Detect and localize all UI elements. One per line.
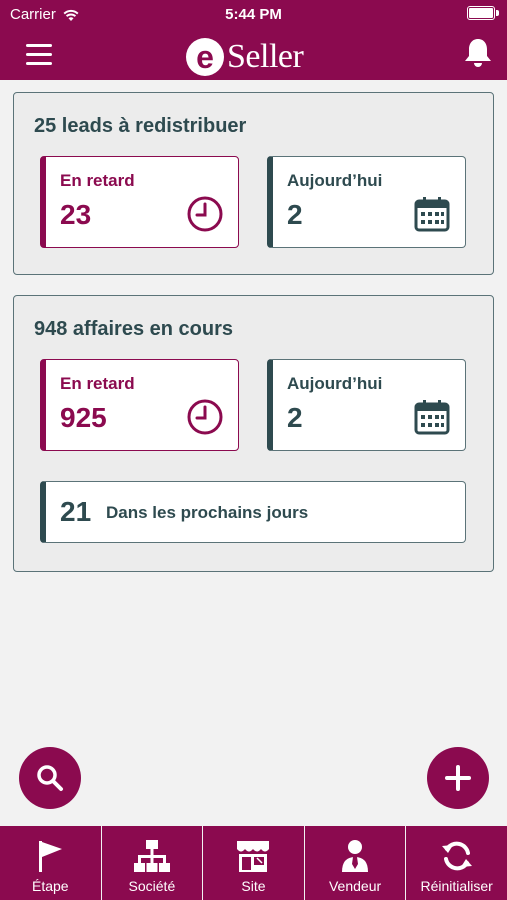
calendar-icon [414,400,450,435]
tab-reinitialiser[interactable]: Réinitialiser [406,826,507,900]
hamburger-icon [26,44,52,47]
deals-title: 948 affaires en cours [34,318,233,340]
deals-late-label: En retard [60,374,135,393]
battery-icon [467,6,499,20]
tab-etape[interactable]: Étape [0,826,102,900]
salesperson-icon [342,840,369,872]
deals-late-value: 925 [60,402,107,433]
search-button[interactable] [19,747,81,809]
logo-e-icon: e [186,38,224,76]
menu-button[interactable] [26,44,54,66]
app-header: Carrier 5:44 PM e Seller [0,0,507,80]
notification-bell-icon[interactable] [461,36,495,70]
tab-site[interactable]: Site [203,826,305,900]
deals-section: 948 affaires en cours En retard 925 Aujo… [13,295,494,572]
deals-today-label: Aujourd’hui [287,374,383,393]
tab-vendeur[interactable]: Vendeur [305,826,407,900]
leads-title: 25 leads à redistribuer [34,115,247,137]
deals-upcoming-card[interactable]: 21 Dans les prochains jours [40,481,466,543]
clock-icon [187,196,223,232]
add-button[interactable] [427,747,489,809]
tab-societe[interactable]: Société [102,826,204,900]
deals-today-value: 2 [287,402,303,433]
store-icon [237,841,270,872]
leads-section: 25 leads à redistribuer En retard 23 Auj… [13,92,494,275]
calendar-icon [414,197,450,232]
plus-icon [445,765,471,791]
logo-text: Seller [227,38,304,75]
tab-societe-label: Société [128,878,176,894]
eseller-logo: e Seller [186,38,304,76]
leads-today-value: 2 [287,199,303,230]
clock: 5:44 PM [225,6,282,23]
clock-icon [187,399,223,435]
bottom-tab-bar: Étape Société Site Vendeur Réinitialiser [0,826,507,900]
tab-etape-label: Étape [32,878,69,894]
leads-today-card[interactable]: Aujourd’hui 2 [267,156,466,248]
search-icon [37,765,63,791]
flag-icon [39,841,63,872]
tab-vendeur-label: Vendeur [328,878,382,894]
org-chart-icon [133,840,170,872]
refresh-icon [441,841,472,871]
leads-today-label: Aujourd’hui [287,171,383,190]
leads-late-value: 23 [60,199,92,230]
deals-late-card[interactable]: En retard 925 [40,359,239,451]
tab-reinitialiser-label: Réinitialiser [420,878,493,894]
deals-today-card[interactable]: Aujourd’hui 2 [267,359,466,451]
deals-upcoming-label: Dans les prochains jours [106,503,309,522]
deals-upcoming-value: 21 [60,496,92,527]
leads-late-card[interactable]: En retard 23 [40,156,239,248]
status-bar: Carrier 5:44 PM [0,0,507,28]
leads-late-label: En retard [60,171,135,190]
tab-site-label: Site [241,878,266,894]
